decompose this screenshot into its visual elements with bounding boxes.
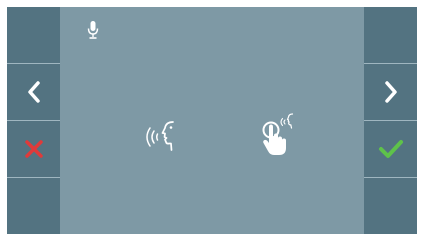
- chevron-left-icon: [27, 81, 41, 103]
- accept-button[interactable]: [364, 121, 417, 178]
- right-empty-button-top[interactable]: [364, 7, 417, 64]
- cancel-button[interactable]: [7, 121, 60, 178]
- speaking-head-icon: [141, 120, 181, 158]
- right-button-panel: [364, 7, 417, 234]
- right-empty-button-bottom[interactable]: [364, 178, 417, 234]
- next-button[interactable]: [364, 64, 417, 121]
- chevron-right-icon: [384, 81, 398, 103]
- previous-button[interactable]: [7, 64, 60, 121]
- close-icon: [24, 139, 44, 159]
- check-icon: [378, 139, 404, 159]
- intercom-screen: [7, 7, 417, 234]
- left-empty-button-bottom[interactable]: [7, 178, 60, 234]
- left-button-panel: [7, 7, 60, 234]
- left-empty-button-top[interactable]: [7, 7, 60, 64]
- touch-hand-icon: [261, 111, 295, 161]
- microphone-icon: [87, 20, 99, 44]
